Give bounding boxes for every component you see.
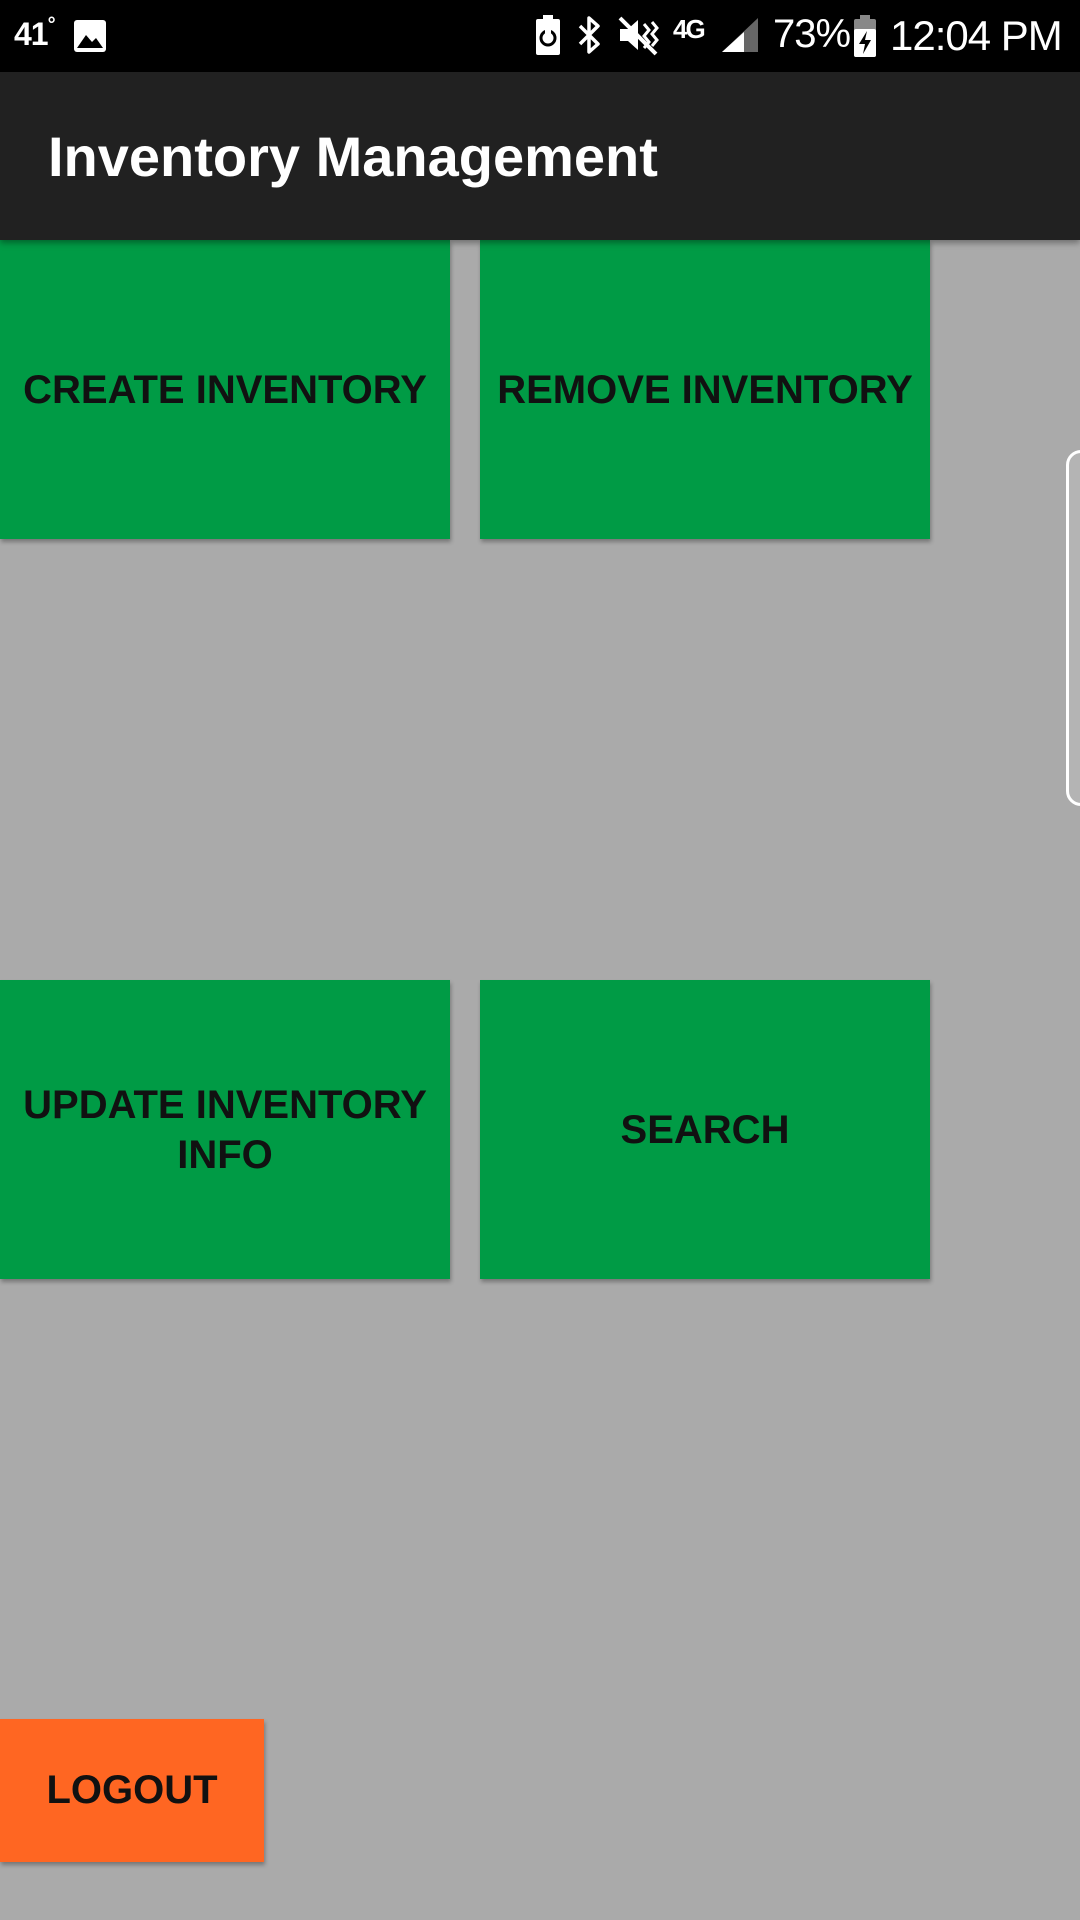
- network-4g-lte-icon: 4G: [673, 14, 706, 44]
- degree-symbol: °: [47, 14, 56, 36]
- image-icon: [74, 20, 106, 52]
- remove-inventory-label: REMOVE INVENTORY: [497, 367, 913, 412]
- clock: 12:04 PM: [890, 12, 1063, 59]
- vibrate-mute-icon: [618, 16, 659, 56]
- battery-percent: 73%: [773, 12, 851, 56]
- search-button[interactable]: SEARCH: [480, 980, 930, 1279]
- battery-saver-icon: [536, 15, 560, 55]
- create-inventory-button[interactable]: CREATE INVENTORY: [0, 240, 450, 539]
- status-bar: 41° 4G 73% 12:04 PM: [0, 0, 1080, 72]
- update-inventory-info-label: UPDATE INVENTORY INFO: [23, 1082, 427, 1177]
- edge-panel-handle[interactable]: [1066, 450, 1080, 806]
- logout-button[interactable]: LOGOUT: [0, 1719, 264, 1862]
- app-bar: Inventory Management: [0, 72, 1080, 240]
- search-label: SEARCH: [620, 1107, 790, 1152]
- logout-label: LOGOUT: [46, 1768, 218, 1812]
- weather-temperature: 41°: [14, 14, 56, 53]
- temperature-value: 41: [14, 16, 49, 52]
- battery-charging-icon: [854, 15, 876, 57]
- remove-inventory-button[interactable]: REMOVE INVENTORY: [480, 240, 930, 539]
- signal-icon: [722, 18, 758, 52]
- app-title: Inventory Management: [48, 125, 658, 188]
- create-inventory-label: CREATE INVENTORY: [23, 367, 427, 412]
- bluetooth-icon: [578, 16, 600, 54]
- update-inventory-info-button[interactable]: UPDATE INVENTORY INFO: [0, 980, 450, 1279]
